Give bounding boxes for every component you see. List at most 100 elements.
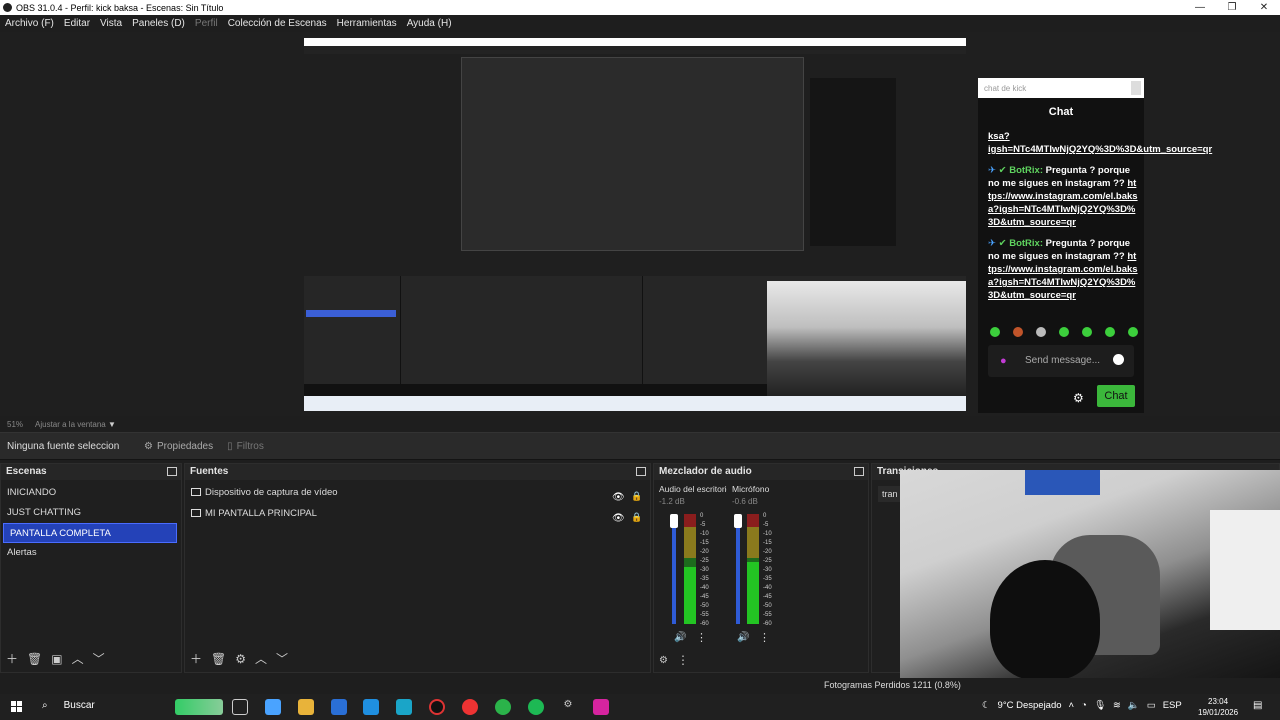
program-preview[interactable] — [304, 38, 966, 411]
properties-button[interactable]: ⚙ Propiedades — [144, 441, 213, 452]
chrome-icon[interactable] — [462, 699, 478, 715]
instagram-icon[interactable] — [593, 699, 609, 715]
gear-icon[interactable]: ⚙ — [1073, 391, 1084, 405]
volume-knob[interactable] — [670, 514, 678, 528]
menu-paneles[interactable]: Paneles (D) — [132, 18, 185, 29]
emote-icon[interactable] — [1128, 327, 1138, 337]
chat-message-input[interactable]: ● Send message... — [988, 345, 1134, 377]
status-bar: Fotogramas Perdidos 1211 (0.8%) — [0, 678, 1280, 694]
minimize-button[interactable]: — — [1184, 0, 1216, 15]
lock-icon[interactable]: 🔒 — [631, 507, 642, 528]
network-icon[interactable]: ◔ — [1081, 700, 1087, 711]
volume-icon[interactable]: 🔈 — [1128, 700, 1140, 711]
source-item[interactable]: MI PANTALLA PRINCIPAL 👁 🔒 — [185, 503, 650, 524]
sources-header: Fuentes — [185, 464, 650, 480]
zoom-fit-dropdown[interactable]: Ajustar a la ventana ▼ — [35, 420, 116, 429]
volume-slider[interactable] — [734, 514, 742, 624]
scale-tick: -50 — [700, 603, 709, 609]
meter-scale: 0 -5 -10 -15 -20 -25 -30 -35 -40 -45 -50 -55 -60 — [763, 512, 772, 629]
scene-item[interactable]: INICIANDO — [1, 483, 181, 503]
restore-button[interactable]: ❐ — [1216, 0, 1248, 15]
emote-icon[interactable] — [1082, 327, 1092, 337]
menu-archivo[interactable]: Archivo (F) — [5, 18, 54, 29]
source-item[interactable]: Dispositivo de captura de vídeo 👁 🔒 — [185, 482, 650, 503]
emote-icon[interactable] — [1036, 327, 1046, 337]
trash-icon[interactable]: 🗑 — [211, 652, 226, 666]
scene-item-selected[interactable]: PANTALLA COMPLETA — [3, 523, 177, 543]
windows-start-icon[interactable] — [11, 701, 22, 712]
menu-ayuda[interactable]: Ayuda (H) — [407, 18, 452, 29]
undock-icon[interactable] — [167, 467, 177, 476]
add-icon[interactable]: ＋ — [6, 650, 18, 667]
chat-send-button[interactable]: Chat — [1097, 385, 1135, 407]
volume-knob[interactable] — [734, 514, 742, 528]
whatsapp-icon[interactable] — [495, 699, 511, 715]
chat-username[interactable]: BotRix: — [1009, 238, 1043, 249]
wifi-icon[interactable]: ≋ — [1113, 700, 1121, 711]
settings-icon[interactable]: ⚙ — [560, 699, 576, 715]
meter-level — [747, 562, 759, 624]
source-label: Dispositivo de captura de vídeo — [205, 487, 338, 498]
arrow-up-icon[interactable]: ︿ — [72, 650, 84, 667]
eye-icon[interactable]: 👁 — [612, 508, 625, 529]
edge-icon[interactable] — [396, 699, 412, 715]
scale-tick: -30 — [700, 567, 709, 573]
obs-icon[interactable] — [429, 699, 445, 715]
language-indicator[interactable]: ESP — [1163, 700, 1182, 711]
more-icon[interactable]: ⋮ — [759, 631, 770, 644]
gear-icon[interactable]: ⚙ — [235, 652, 246, 666]
menu-coleccion-escenas[interactable]: Colección de Escenas — [228, 18, 327, 29]
scene-item[interactable]: JUST CHATTING — [1, 503, 181, 523]
chevron-up-icon[interactable]: ˄ — [1069, 700, 1075, 711]
menu-perfil[interactable]: Perfil — [195, 18, 218, 29]
emoji-icon[interactable] — [1113, 354, 1124, 365]
task-view-icon[interactable] — [232, 699, 248, 715]
chat-close-button[interactable] — [1131, 81, 1141, 95]
scale-tick: -30 — [763, 567, 772, 573]
emote-icon[interactable] — [1059, 327, 1069, 337]
microphone-icon[interactable]: ● — [1000, 355, 1007, 367]
filters-button[interactable]: ▯ Filtros — [227, 441, 264, 452]
taskbar-search[interactable]: ⌕ Buscar — [42, 700, 95, 711]
emote-icon[interactable] — [1105, 327, 1115, 337]
file-explorer-icon[interactable] — [298, 699, 314, 715]
filter-icon[interactable]: ▣ — [51, 652, 62, 666]
scene-item[interactable]: Alertas — [1, 543, 181, 563]
menu-editar[interactable]: Editar — [64, 18, 90, 29]
channel-db: -1.2 dB — [659, 497, 685, 506]
add-icon[interactable]: ＋ — [190, 650, 202, 667]
clock[interactable]: 23:04 19/01/2026 — [1198, 696, 1238, 718]
weather-widget-icon[interactable] — [175, 699, 223, 715]
emote-icon[interactable] — [1013, 327, 1023, 337]
speaker-icon[interactable]: 🔊 — [737, 632, 749, 643]
undock-icon[interactable] — [636, 467, 646, 476]
more-icon[interactable]: ⋮ — [677, 653, 689, 667]
arrow-down-icon[interactable]: ﹀ — [276, 650, 288, 667]
more-icon[interactable]: ⋮ — [696, 631, 707, 644]
arrow-down-icon[interactable]: ﹀ — [93, 650, 105, 667]
mixer-settings-icon[interactable]: ⚙ — [659, 655, 668, 666]
arrow-up-icon[interactable]: ︿ — [255, 650, 267, 667]
store-icon[interactable] — [331, 699, 347, 715]
speaker-icon[interactable]: 🔊 — [674, 632, 686, 643]
no-source-label: Ninguna fuente seleccionada — [7, 440, 119, 452]
scale-tick: -10 — [763, 531, 772, 537]
close-button[interactable]: ✕ — [1248, 0, 1280, 15]
chat-username[interactable]: BotRix: — [1009, 165, 1043, 176]
undock-icon[interactable] — [854, 467, 864, 476]
weather-label[interactable]: 9°C Despejado — [998, 700, 1062, 711]
battery-icon[interactable]: ▭ — [1147, 700, 1156, 711]
microphone-icon[interactable]: 🎙 — [1094, 700, 1106, 711]
properties-label: Propiedades — [156, 440, 214, 452]
spotify-icon[interactable] — [528, 699, 544, 715]
menu-vista[interactable]: Vista — [100, 18, 122, 29]
outlook-icon[interactable] — [363, 699, 379, 715]
notifications-icon[interactable]: ▤ — [1253, 700, 1262, 711]
volume-slider[interactable] — [670, 514, 678, 624]
filter-icon: ▯ — [227, 440, 233, 452]
emote-icon[interactable] — [990, 327, 1000, 337]
menu-herramientas[interactable]: Herramientas — [337, 18, 397, 29]
copilot-icon[interactable] — [265, 699, 281, 715]
trash-icon[interactable]: 🗑 — [27, 652, 42, 666]
transition-select[interactable]: tran — [878, 486, 902, 502]
